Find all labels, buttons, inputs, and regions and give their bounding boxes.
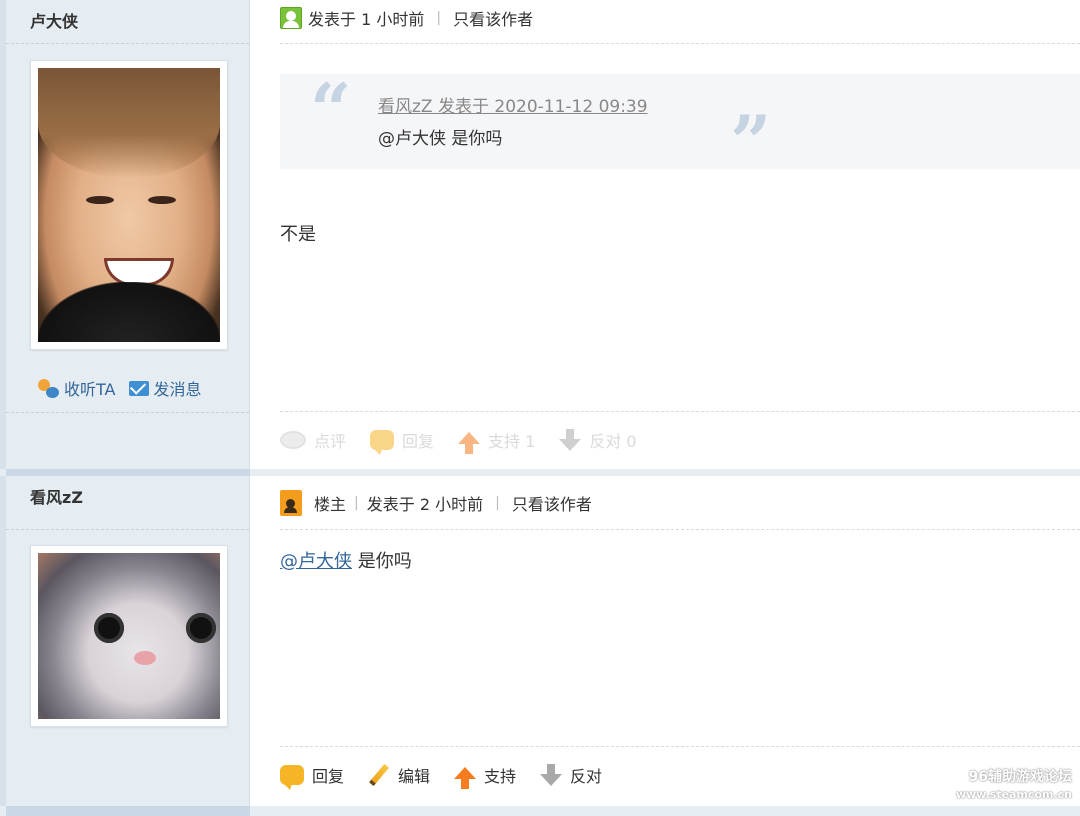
reply-icon [370, 430, 395, 455]
watermark-url: www.steamcom.cn [955, 788, 1072, 801]
reply-button[interactable]: 回复 [280, 763, 345, 790]
post-original: 看风zZ 楼主 | 发表于 2 小时前 | 只看该作者 @卢大侠 是你吗 回复 … [0, 476, 1080, 806]
post-content-text: 是你吗 [352, 551, 412, 572]
post-meta: 楼主 | 发表于 2 小时前 | 只看该作者 [280, 490, 592, 516]
divider [6, 412, 249, 413]
avatar-eye [86, 196, 114, 204]
follow-button[interactable]: 收听TA [36, 376, 115, 400]
author-name[interactable]: 看风zZ [30, 484, 83, 508]
divider [280, 411, 1080, 412]
thumb-up-arrow-icon [454, 767, 477, 789]
post-time: 发表于 2 小时前 [366, 495, 484, 514]
quote-header[interactable]: 看风zZ 发表于 2020-11-12 09:39 [378, 92, 648, 117]
author-sidebar: 卢大侠 收听TA 发消息 [0, 0, 250, 469]
avatar[interactable] [38, 553, 220, 719]
avatar-eye [94, 613, 124, 643]
post-footer: 点评 回复 支持 1 反对 0 [280, 428, 661, 455]
mention-link[interactable]: @卢大侠 [280, 551, 352, 572]
avatar-nose [134, 651, 156, 665]
quote-text: @卢大侠 是你吗 [378, 129, 503, 149]
message-label: 发消息 [153, 380, 202, 399]
post-separator [0, 469, 1080, 476]
pencil-icon [369, 763, 390, 787]
author-name[interactable]: 卢大侠 [30, 8, 78, 32]
post-footer: 回复 编辑 支持 反对 [280, 763, 626, 790]
avatar-shirt [38, 282, 220, 342]
oppose-button[interactable]: 反对 [540, 763, 602, 787]
online-user-icon [280, 7, 302, 29]
support-label: 支持 1 [488, 432, 536, 451]
edit-button[interactable]: 编辑 [368, 763, 430, 787]
author-actions: 收听TA 发消息 [36, 376, 202, 400]
thumb-up-arrow-icon [458, 432, 481, 454]
mail-icon [129, 380, 150, 396]
post-meta: 发表于 1 小时前 | 只看该作者 [280, 6, 533, 30]
author-only-link[interactable]: 只看该作者 [512, 491, 592, 515]
post-reply: 卢大侠 收听TA 发消息 发表于 1 小时前 | 只看该作者 “ 看风zZ 发表… [0, 0, 1080, 469]
follow-label: 收听TA [64, 380, 116, 399]
reply-label: 回复 [402, 432, 435, 451]
avatar[interactable] [38, 68, 220, 342]
divider [6, 43, 249, 44]
post-separator [0, 806, 1080, 816]
divider [280, 746, 1080, 747]
reply-label: 回复 [312, 767, 345, 786]
avatar-eye [148, 196, 176, 204]
comment-button[interactable]: 点评 [280, 428, 346, 452]
divider [280, 43, 1080, 44]
post-body: 发表于 1 小时前 | 只看该作者 “ 看风zZ 发表于 2020-11-12 … [250, 0, 1080, 469]
avatar-eye [186, 613, 216, 643]
watermark-title: 96辅助游戏论坛 [968, 769, 1072, 785]
separator: | [354, 495, 359, 511]
quote-block: “ 看风zZ 发表于 2020-11-12 09:39 @卢大侠 是你吗 ” [280, 67, 1080, 178]
divider [6, 529, 249, 530]
author-sidebar: 看风zZ [0, 476, 250, 806]
oppose-label: 反对 [570, 767, 603, 786]
comment-icon [280, 431, 306, 449]
author-only-link[interactable]: 只看该作者 [453, 6, 533, 30]
post-time: 发表于 1 小时前 [308, 10, 425, 29]
message-button[interactable]: 发消息 [129, 376, 202, 400]
avatar-frame[interactable] [30, 545, 228, 727]
divider [280, 529, 1080, 530]
separator: | [495, 495, 500, 511]
quote-open-icon: “ [310, 67, 352, 152]
thread-starter-icon [280, 490, 302, 516]
oppose-button[interactable]: 反对 0 [559, 428, 637, 452]
thumb-down-arrow-icon [540, 764, 563, 786]
support-label: 支持 [484, 767, 517, 786]
thumb-down-arrow-icon [559, 429, 582, 451]
post-content: @卢大侠 是你吗 [280, 547, 412, 573]
support-button[interactable]: 支持 1 [458, 428, 536, 454]
support-button[interactable]: 支持 [454, 763, 517, 789]
edit-label: 编辑 [398, 767, 431, 786]
quote-close-icon: ” [730, 99, 772, 184]
thread-page: 卢大侠 收听TA 发消息 发表于 1 小时前 | 只看该作者 “ 看风zZ 发表… [0, 0, 1080, 816]
watermark: 96辅助游戏论坛 www.steamcom.cn [956, 768, 1072, 804]
post-content: 不是 [280, 224, 316, 245]
avatar-frame[interactable] [30, 60, 228, 350]
reply-button[interactable]: 回复 [370, 428, 435, 455]
comment-label: 点评 [314, 432, 347, 451]
reply-icon [280, 765, 304, 790]
host-badge: 楼主 [314, 495, 347, 514]
follow-icon [36, 377, 60, 399]
avatar-hair [38, 68, 220, 178]
post-body: 楼主 | 发表于 2 小时前 | 只看该作者 @卢大侠 是你吗 回复 编辑 支持… [250, 476, 1080, 806]
separator: | [436, 10, 442, 26]
oppose-label: 反对 0 [589, 432, 637, 451]
